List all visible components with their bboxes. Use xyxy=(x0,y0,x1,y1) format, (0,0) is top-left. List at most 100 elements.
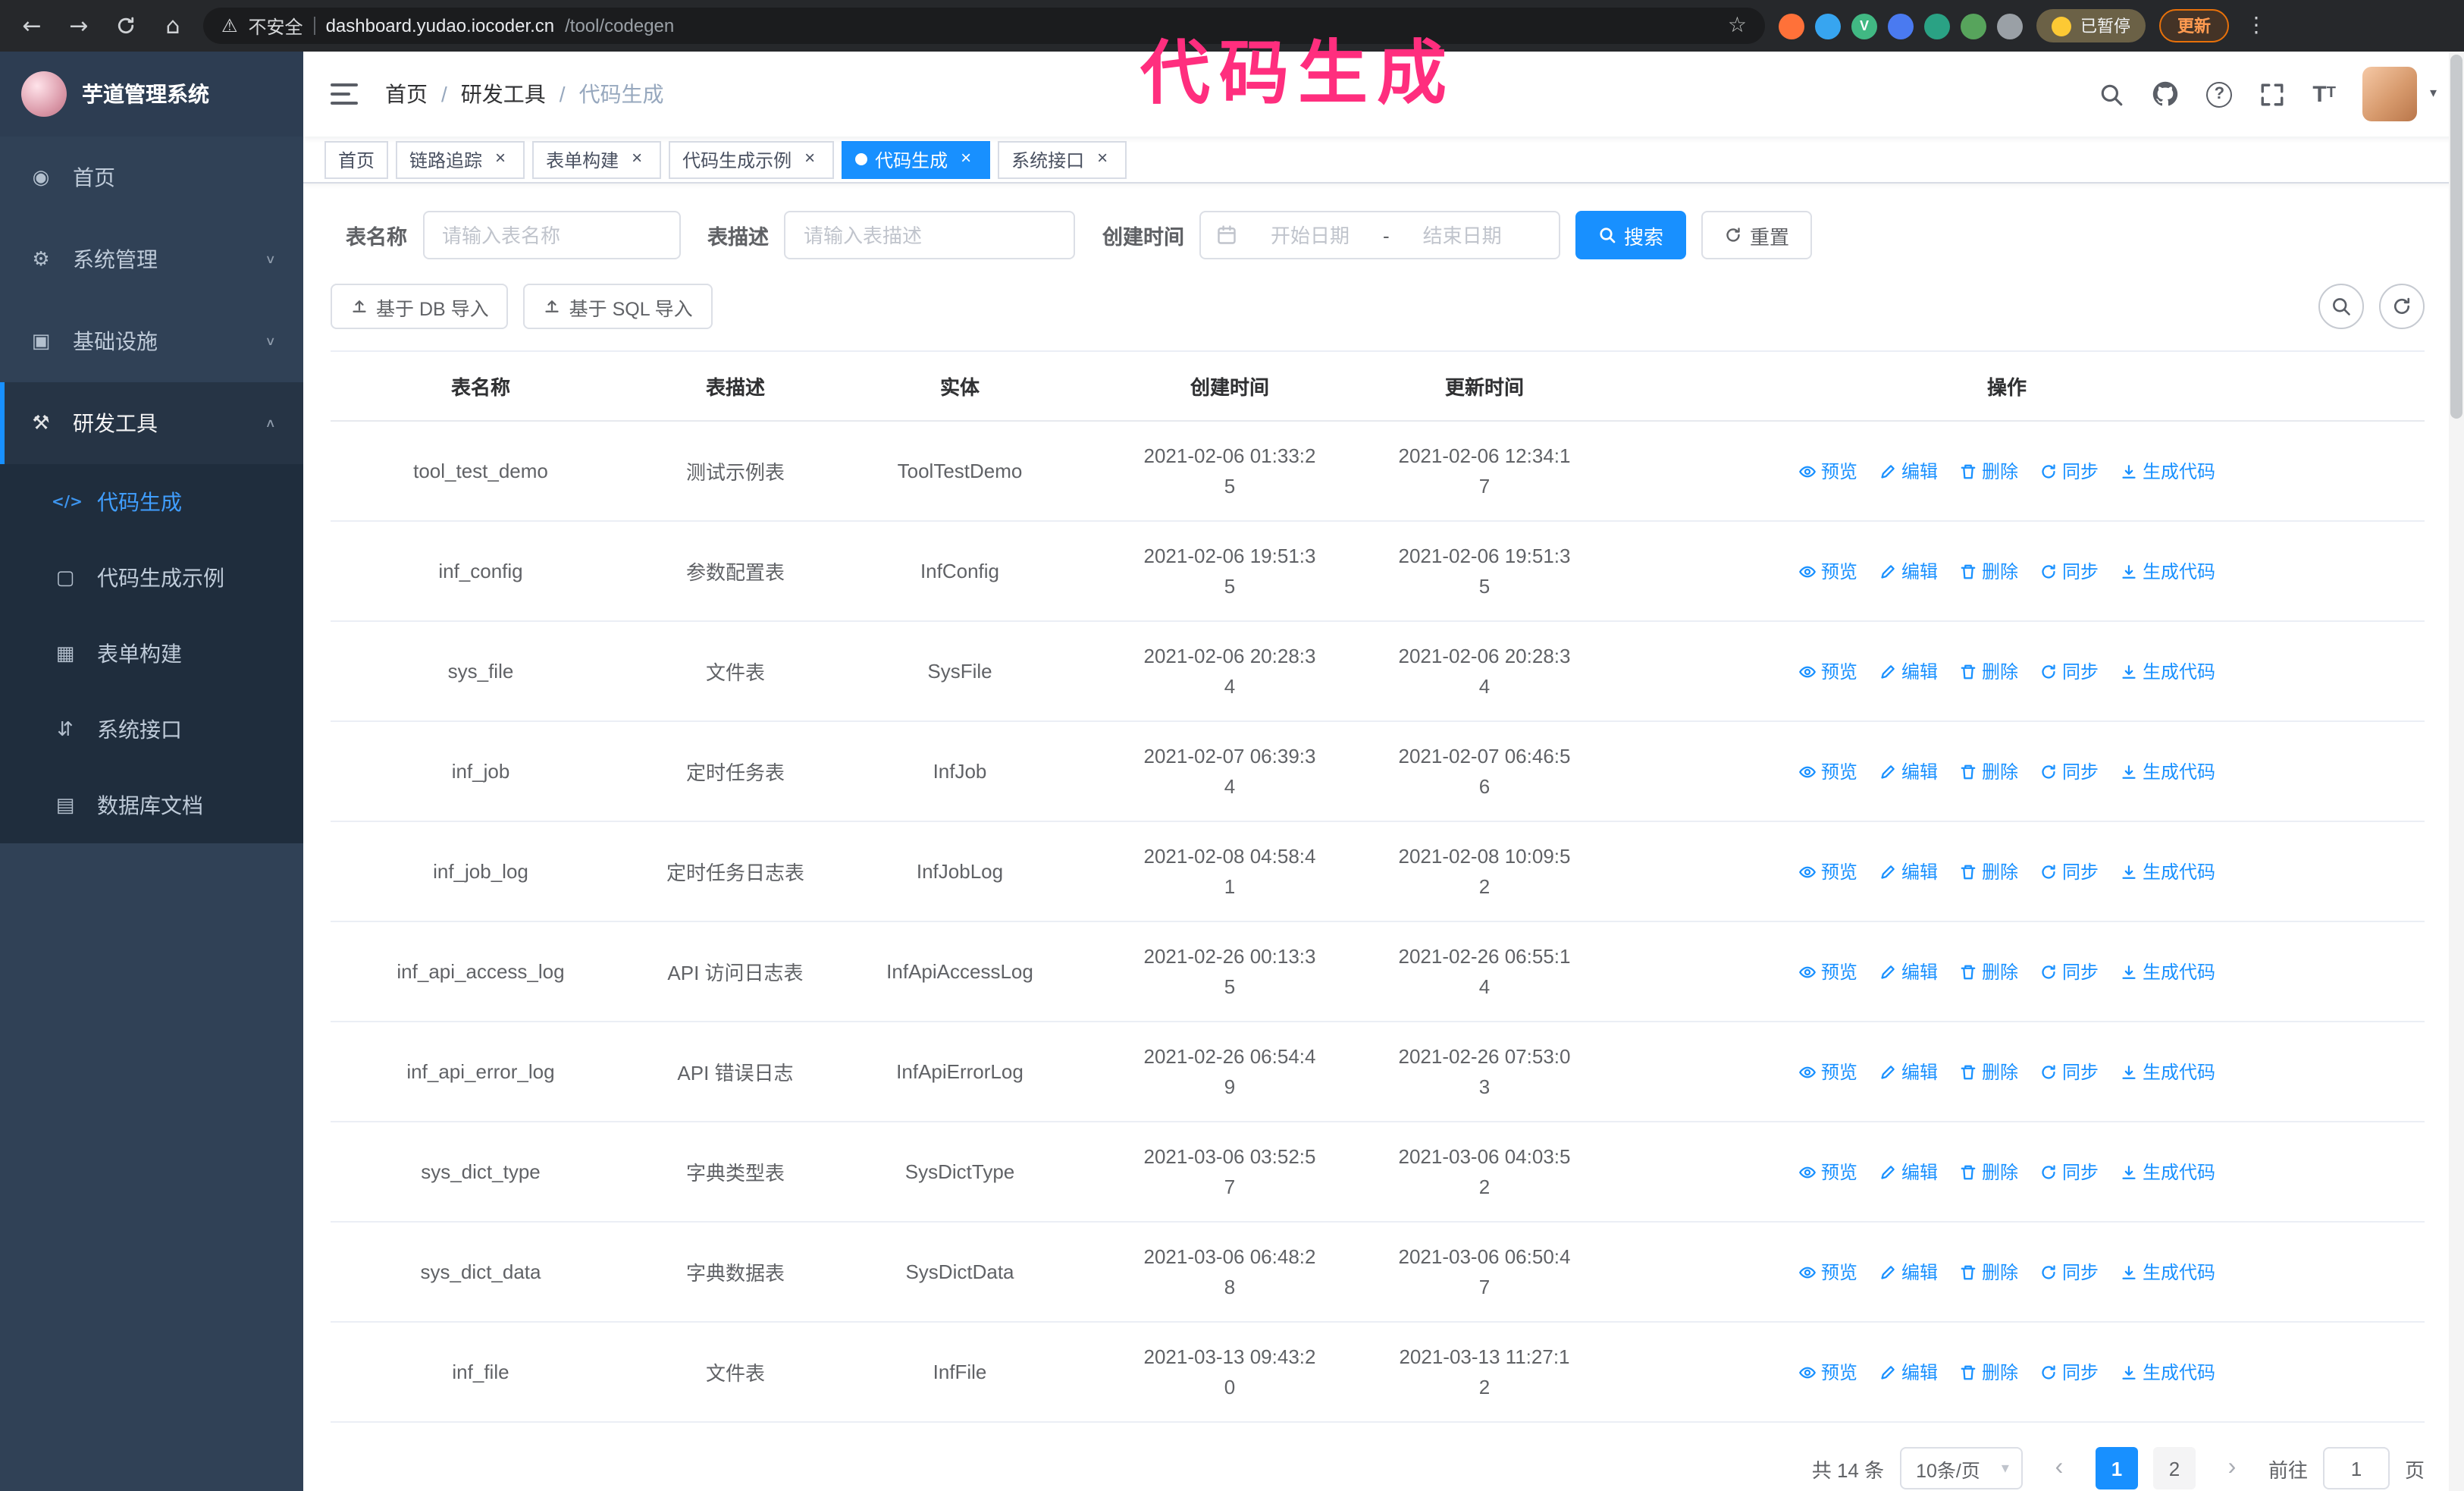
tab-form-builder[interactable]: 表单构建 × xyxy=(532,140,662,178)
next-page-button[interactable]: › xyxy=(2210,1447,2253,1489)
sidebar-item-form-builder[interactable]: ▦ 表单构建 xyxy=(0,616,303,692)
refresh-table-button[interactable] xyxy=(2379,284,2425,329)
date-start-input[interactable] xyxy=(1246,224,1374,246)
browser-menu-icon[interactable]: ⋮ xyxy=(2243,14,2270,38)
preview-link[interactable]: 预览 xyxy=(1798,658,1857,684)
preview-link[interactable]: 预览 xyxy=(1798,1259,1857,1285)
close-icon[interactable]: × xyxy=(799,148,820,170)
update-chip[interactable]: 更新 xyxy=(2159,9,2229,42)
sync-link[interactable]: 同步 xyxy=(2039,1159,2099,1185)
extension-icon-vue[interactable]: V xyxy=(1851,13,1877,39)
sync-link[interactable]: 同步 xyxy=(2039,458,2099,484)
sync-link[interactable]: 同步 xyxy=(2039,1359,2099,1385)
sync-link[interactable]: 同步 xyxy=(2039,658,2099,684)
sidebar-item-home[interactable]: ◉ 首页 xyxy=(0,137,303,218)
sidebar-item-codegen-example[interactable]: ▢ 代码生成示例 xyxy=(0,540,303,616)
sidebar-item-system[interactable]: ⚙ 系统管理 ∨ xyxy=(0,218,303,300)
github-icon[interactable] xyxy=(2152,80,2179,108)
delete-link[interactable]: 删除 xyxy=(1959,658,2018,684)
edit-link[interactable]: 编辑 xyxy=(1879,859,1938,884)
delete-link[interactable]: 删除 xyxy=(1959,558,2018,584)
fullscreen-icon[interactable] xyxy=(2259,81,2285,107)
generate-code-link[interactable]: 生成代码 xyxy=(2120,959,2215,984)
bookmark-star-icon[interactable]: ☆ xyxy=(1728,14,1747,38)
preview-link[interactable]: 预览 xyxy=(1798,859,1857,884)
edit-link[interactable]: 编辑 xyxy=(1879,458,1938,484)
sync-link[interactable]: 同步 xyxy=(2039,558,2099,584)
app-logo[interactable]: 芋道管理系统 xyxy=(0,52,303,137)
goto-page-input[interactable] xyxy=(2322,1447,2390,1489)
delete-link[interactable]: 删除 xyxy=(1959,1359,2018,1385)
forward-button[interactable]: → xyxy=(62,9,96,42)
generate-code-link[interactable]: 生成代码 xyxy=(2120,658,2215,684)
sidebar-item-infra[interactable]: ▣ 基础设施 ∨ xyxy=(0,300,303,382)
prev-page-button[interactable]: ‹ xyxy=(2037,1447,2080,1489)
tab-tracer[interactable]: 链路追踪 × xyxy=(396,140,525,178)
close-icon[interactable]: × xyxy=(1092,148,1113,170)
extension-icon-grid[interactable] xyxy=(1888,13,1914,39)
close-icon[interactable]: × xyxy=(955,148,977,170)
table-name-input[interactable] xyxy=(422,211,680,259)
tab-codegen[interactable]: 代码生成 × xyxy=(842,140,991,178)
sidebar-item-dev-tools[interactable]: ⚒ 研发工具 ∧ xyxy=(0,382,303,464)
generate-code-link[interactable]: 生成代码 xyxy=(2120,1159,2215,1185)
generate-code-link[interactable]: 生成代码 xyxy=(2120,558,2215,584)
toggle-search-button[interactable] xyxy=(2318,284,2364,329)
generate-code-link[interactable]: 生成代码 xyxy=(2120,1059,2215,1085)
edit-link[interactable]: 编辑 xyxy=(1879,1359,1938,1385)
page-button-2[interactable]: 2 xyxy=(2152,1447,2196,1489)
generate-code-link[interactable]: 生成代码 xyxy=(2120,1359,2215,1385)
generate-code-link[interactable]: 生成代码 xyxy=(2120,458,2215,484)
address-bar[interactable]: ⚠ 不安全 dashboard.yudao.iocoder.cn/tool/co… xyxy=(203,8,1765,44)
scrollbar-track[interactable] xyxy=(2449,52,2464,1491)
delete-link[interactable]: 删除 xyxy=(1959,758,2018,784)
breadcrumb-item[interactable]: 首页 xyxy=(385,79,428,109)
extension-icon-amber[interactable] xyxy=(1924,13,1950,39)
delete-link[interactable]: 删除 xyxy=(1959,1159,2018,1185)
date-end-input[interactable] xyxy=(1398,224,1526,246)
avatar[interactable] xyxy=(2362,67,2418,121)
sync-link[interactable]: 同步 xyxy=(2039,1059,2099,1085)
import-db-button[interactable]: 基于 DB 导入 xyxy=(331,284,509,329)
generate-code-link[interactable]: 生成代码 xyxy=(2120,859,2215,884)
edit-link[interactable]: 编辑 xyxy=(1879,558,1938,584)
edit-link[interactable]: 编辑 xyxy=(1879,959,1938,984)
preview-link[interactable]: 预览 xyxy=(1798,1359,1857,1385)
sync-link[interactable]: 同步 xyxy=(2039,859,2099,884)
edit-link[interactable]: 编辑 xyxy=(1879,658,1938,684)
reset-button[interactable]: 重置 xyxy=(1701,211,1813,259)
extension-icon-leaf[interactable] xyxy=(1961,13,1986,39)
sidebar-item-codegen[interactable]: </> 代码生成 xyxy=(0,464,303,540)
extension-icon-puzzle[interactable] xyxy=(1997,13,2023,39)
tab-api-doc[interactable]: 系统接口 × xyxy=(998,140,1127,178)
page-button-1[interactable]: 1 xyxy=(2095,1447,2138,1489)
sidebar-item-api-doc[interactable]: ⇵ 系统接口 xyxy=(0,692,303,767)
delete-link[interactable]: 删除 xyxy=(1959,859,2018,884)
edit-link[interactable]: 编辑 xyxy=(1879,1059,1938,1085)
preview-link[interactable]: 预览 xyxy=(1798,1159,1857,1185)
sync-link[interactable]: 同步 xyxy=(2039,959,2099,984)
extension-icon-fox[interactable] xyxy=(1779,13,1804,39)
sync-link[interactable]: 同步 xyxy=(2039,1259,2099,1285)
profile-paused-chip[interactable]: 已暂停 xyxy=(2036,9,2146,42)
edit-link[interactable]: 编辑 xyxy=(1879,1159,1938,1185)
generate-code-link[interactable]: 生成代码 xyxy=(2120,758,2215,784)
sync-link[interactable]: 同步 xyxy=(2039,758,2099,784)
search-button[interactable]: 搜索 xyxy=(1575,211,1687,259)
delete-link[interactable]: 删除 xyxy=(1959,1059,2018,1085)
page-size-select[interactable]: 10条/页 ▾ xyxy=(1899,1447,2023,1489)
preview-link[interactable]: 预览 xyxy=(1798,558,1857,584)
delete-link[interactable]: 删除 xyxy=(1959,1259,2018,1285)
back-button[interactable]: ← xyxy=(15,9,49,42)
breadcrumb-item[interactable]: 研发工具 xyxy=(461,79,546,109)
tab-codegen-example[interactable]: 代码生成示例 × xyxy=(669,140,835,178)
preview-link[interactable]: 预览 xyxy=(1798,458,1857,484)
search-icon[interactable] xyxy=(2099,81,2124,107)
close-icon[interactable]: × xyxy=(626,148,647,170)
close-icon[interactable]: × xyxy=(490,148,511,170)
delete-link[interactable]: 删除 xyxy=(1959,458,2018,484)
home-button[interactable]: ⌂ xyxy=(156,9,190,42)
table-desc-input[interactable] xyxy=(784,211,1075,259)
preview-link[interactable]: 预览 xyxy=(1798,758,1857,784)
generate-code-link[interactable]: 生成代码 xyxy=(2120,1259,2215,1285)
